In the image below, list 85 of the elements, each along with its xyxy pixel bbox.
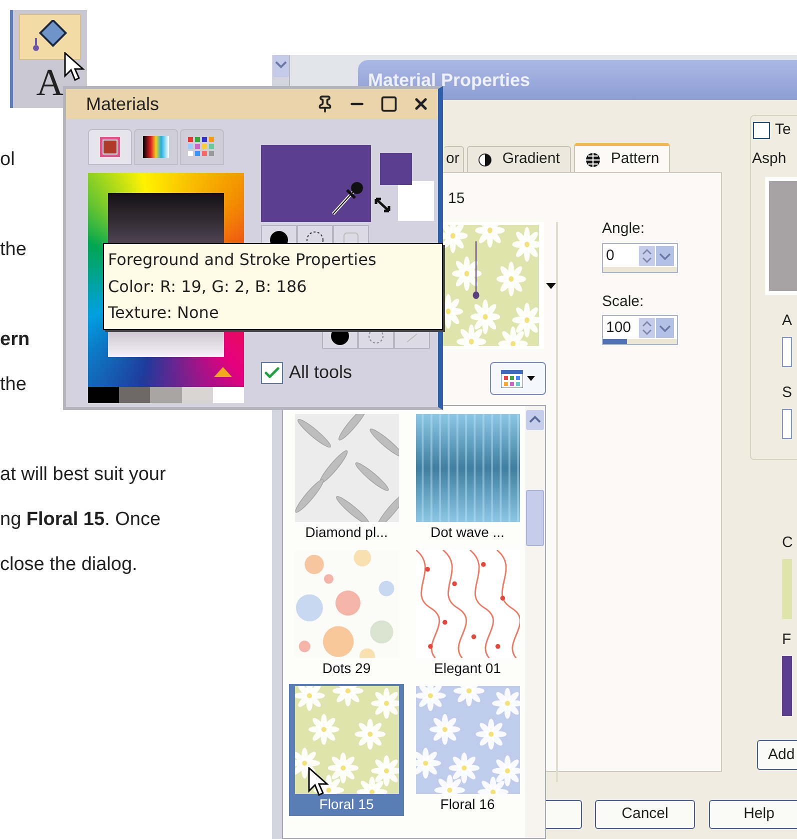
background-swatch[interactable] — [398, 181, 434, 221]
body-text-line: the — [0, 238, 26, 262]
mouse-pointer-icon — [64, 52, 86, 84]
input-field[interactable] — [782, 336, 792, 366]
pattern-name: Dot wave ... — [430, 523, 504, 542]
body-text-line: at will best suit your — [0, 463, 166, 487]
texture-name: Asph — [752, 149, 786, 169]
color-swatch[interactable] — [782, 558, 792, 618]
pattern-picker-button[interactable] — [490, 362, 546, 395]
pattern-item[interactable]: Diamond pl... — [289, 412, 404, 544]
tooltip-line: Foreground and Stroke Properties — [108, 249, 378, 271]
dialog-button[interactable]: Help — [709, 800, 797, 829]
chevron-up-icon[interactable] — [526, 410, 544, 430]
field-label: S — [782, 383, 792, 403]
caret-icon — [527, 376, 535, 381]
palette-tab[interactable] — [134, 129, 178, 165]
pattern-name: Floral 15 — [319, 795, 374, 814]
spin-arrows-icon — [639, 318, 675, 338]
field-label: A — [782, 311, 792, 331]
tooltip-line: Texture: None — [108, 302, 220, 324]
swatch-grid-icon — [501, 370, 523, 388]
swatch-label: C — [782, 533, 793, 553]
pattern-name: Dots 29 — [322, 659, 371, 678]
swap-arrows-icon[interactable] — [373, 195, 393, 215]
tooltip-line: Color: R: 19, G: 2, B: 186 — [108, 276, 308, 298]
pattern-item[interactable]: Elegant 01 — [410, 548, 525, 680]
color-swatch[interactable] — [119, 387, 150, 403]
color-swatch[interactable] — [150, 387, 182, 403]
color-swatch[interactable] — [212, 387, 244, 403]
half-circle-icon — [478, 152, 492, 168]
field-value: 100 — [605, 320, 632, 335]
pattern-item[interactable]: Dot wave ... — [410, 412, 525, 544]
body-text-line: ern — [0, 328, 30, 352]
tab[interactable]: Pattern — [574, 143, 670, 173]
checkbox-label: Te — [775, 120, 791, 140]
spin-arrows-icon — [639, 246, 675, 266]
pattern-item[interactable]: Dots 29 — [289, 548, 404, 680]
pattern-item[interactable]: Floral 16 — [410, 684, 525, 816]
pin-icon[interactable] — [316, 95, 334, 113]
color-swatch[interactable] — [182, 387, 213, 403]
color-frame-icon — [99, 136, 121, 158]
scrollbar[interactable] — [525, 406, 545, 838]
checkbox-label: All tools — [289, 361, 352, 384]
add-button[interactable]: Add — [757, 740, 797, 770]
window-title: Material Properties — [368, 68, 530, 92]
triangle-marker-icon[interactable] — [214, 367, 232, 377]
pattern-name: Diamond pl... — [305, 523, 388, 542]
scrollbar-thumb[interactable] — [526, 490, 544, 546]
swatch-label: F — [782, 630, 792, 650]
spectrum-icon — [143, 136, 169, 158]
fill-tool[interactable] — [19, 14, 81, 60]
scale-label: Scale: — [602, 292, 644, 312]
pattern-name: Elegant 01 — [434, 659, 501, 678]
spin-field[interactable]: 0 — [602, 243, 678, 273]
palette-tab[interactable] — [88, 129, 132, 165]
maximize-icon[interactable] — [380, 95, 398, 113]
pattern-name: 15 — [448, 189, 465, 209]
body-text-line: close the dialog. — [0, 553, 138, 577]
pattern-item[interactable]: Floral 15 — [289, 684, 404, 816]
color-swatch[interactable] — [88, 387, 120, 403]
checkbox[interactable] — [261, 362, 283, 384]
body-text-line: ol — [0, 148, 15, 172]
dotted-globe-icon — [584, 152, 601, 168]
swatch-grid-icon — [188, 136, 216, 158]
color-swatch[interactable] — [782, 656, 792, 716]
body-text-line: the — [0, 373, 26, 397]
chevron-down-icon — [273, 55, 289, 77]
checkbox[interactable] — [753, 122, 770, 139]
pattern-name: Floral 16 — [440, 795, 495, 814]
body-text-line: ng Floral 15. Once — [0, 508, 161, 532]
spin-field[interactable]: 100 — [602, 315, 678, 345]
input-field[interactable] — [782, 408, 792, 438]
dialog-button[interactable]: Cancel — [595, 800, 695, 829]
palette-title: Materials — [86, 92, 160, 116]
close-icon[interactable] — [412, 95, 430, 113]
mouse-pointer-icon — [308, 767, 330, 799]
tab[interactable]: or — [444, 146, 464, 173]
caret-icon[interactable] — [546, 283, 556, 289]
paint-bucket-icon — [30, 20, 70, 54]
tab[interactable]: Gradient — [467, 146, 571, 173]
eyedropper-icon — [331, 180, 365, 216]
foreground-swatch[interactable] — [261, 145, 371, 222]
angle-label: Angle: — [602, 219, 645, 239]
field-value: 0 — [605, 248, 616, 263]
foreground-mini-swatch[interactable] — [380, 153, 412, 185]
